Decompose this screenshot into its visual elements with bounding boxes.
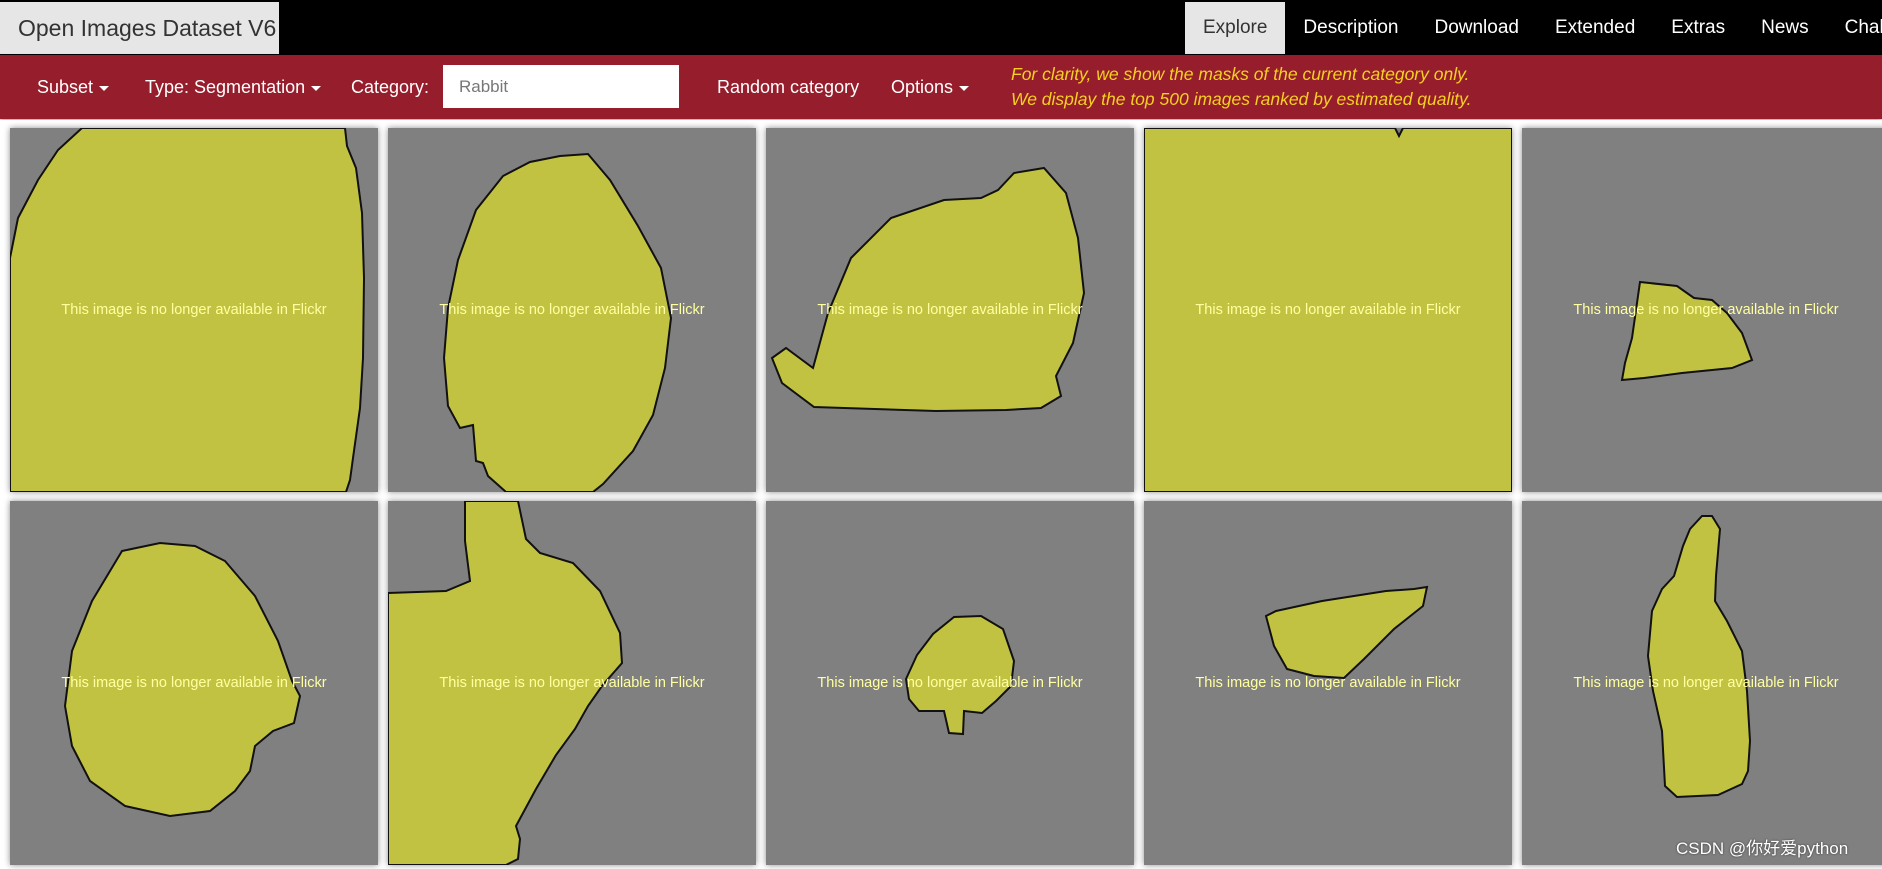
unavailable-message: This image is no longer available in Fli…	[61, 675, 327, 691]
filter-toolbar: Subset Type: Segmentation Category: Rand…	[0, 55, 1882, 119]
nav-extended[interactable]: Extended	[1537, 2, 1653, 54]
image-tile[interactable]: This image is no longer available in Fli…	[388, 128, 756, 492]
options-label: Options	[891, 77, 954, 97]
unavailable-message: This image is no longer available in Fli…	[1195, 675, 1461, 691]
notice-line-2: We display the top 500 images ranked by …	[1011, 89, 1472, 109]
nav-download[interactable]: Download	[1416, 2, 1537, 54]
nav-extras[interactable]: Extras	[1653, 2, 1743, 54]
unavailable-message: This image is no longer available in Fli…	[439, 302, 705, 318]
image-tile[interactable]: This image is no longer available in Fli…	[1144, 501, 1512, 865]
type-dropdown[interactable]: Type: Segmentation	[145, 55, 322, 119]
chevron-down-icon	[959, 85, 970, 91]
unavailable-message: This image is no longer available in Fli…	[1195, 302, 1461, 318]
type-label: Type: Segmentation	[145, 77, 306, 97]
subset-dropdown[interactable]: Subset	[37, 55, 110, 119]
unavailable-message: This image is no longer available in Fli…	[817, 302, 1083, 318]
nav-explore[interactable]: Explore	[1185, 2, 1286, 54]
random-category-button[interactable]: Random category	[717, 55, 859, 119]
image-grid: This image is no longer available in Fli…	[0, 120, 1882, 869]
image-tile[interactable]: This image is no longer available in Fli…	[766, 128, 1134, 492]
unavailable-message: This image is no longer available in Fli…	[439, 675, 705, 691]
unavailable-message: This image is no longer available in Fli…	[61, 302, 327, 318]
category-input[interactable]	[443, 65, 679, 108]
category-label: Category:	[351, 77, 430, 97]
top-navbar: Open Images Dataset V6 Explore Descripti…	[0, 0, 1882, 55]
image-tile[interactable]: This image is no longer available in Fli…	[1522, 501, 1882, 865]
unavailable-message: This image is no longer available in Fli…	[817, 675, 1083, 691]
subset-label: Subset	[37, 77, 94, 97]
chevron-down-icon	[311, 85, 322, 91]
notice-text: For clarity, we show the masks of the cu…	[1011, 62, 1471, 112]
notice-line-1: For clarity, we show the masks of the cu…	[1011, 64, 1470, 84]
image-tile[interactable]: This image is no longer available in Fli…	[1144, 128, 1512, 492]
brand-title[interactable]: Open Images Dataset V6	[0, 2, 279, 54]
nav-news[interactable]: News	[1743, 2, 1827, 54]
unavailable-message: This image is no longer available in Fli…	[1573, 302, 1839, 318]
chevron-down-icon	[99, 85, 110, 91]
image-tile[interactable]: This image is no longer available in Fli…	[10, 501, 378, 865]
image-tile[interactable]: This image is no longer available in Fli…	[10, 128, 378, 492]
main-nav: Explore Description Download Extended Ex…	[1185, 2, 1882, 54]
nav-challenge[interactable]: Challen	[1827, 2, 1882, 54]
image-tile[interactable]: This image is no longer available in Fli…	[388, 501, 756, 865]
nav-description[interactable]: Description	[1285, 2, 1416, 54]
image-tile[interactable]: This image is no longer available in Fli…	[766, 501, 1134, 865]
unavailable-message: This image is no longer available in Fli…	[1573, 675, 1839, 691]
watermark: CSDN @你好爱python	[1676, 839, 1849, 858]
options-dropdown[interactable]: Options	[891, 55, 970, 119]
image-tile[interactable]: This image is no longer available in Fli…	[1522, 128, 1882, 492]
